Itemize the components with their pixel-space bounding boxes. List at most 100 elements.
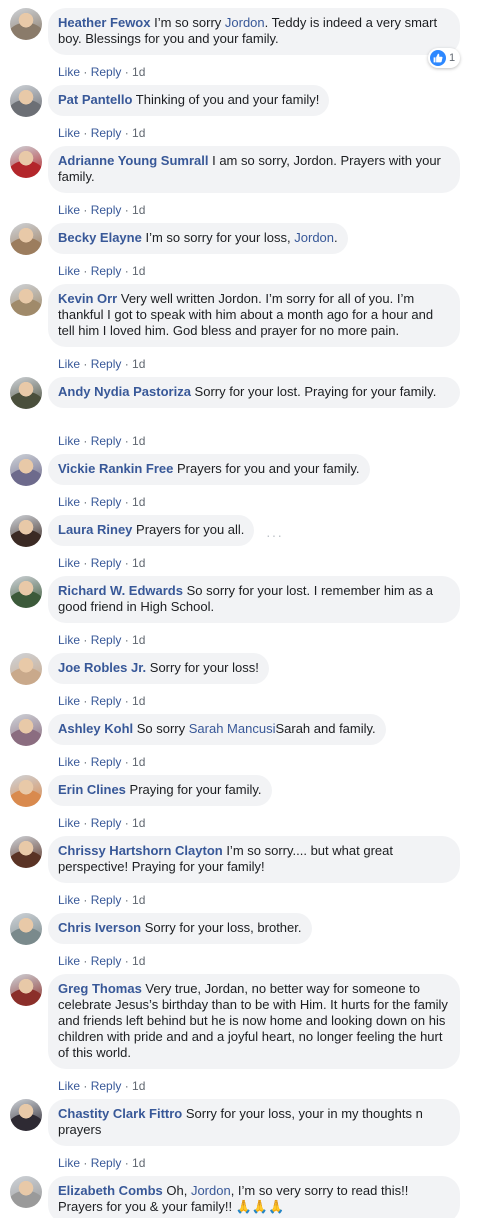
comment-author-link[interactable]: Andy Nydia Pastoriza (58, 384, 191, 399)
reaction-count-badge[interactable]: 1 (428, 48, 461, 68)
reply-link[interactable]: Reply (91, 203, 122, 217)
reply-link[interactable]: Reply (91, 954, 122, 968)
reply-link[interactable]: Reply (91, 755, 122, 769)
comment-author-link[interactable]: Kevin Orr (58, 291, 117, 306)
comment-timestamp[interactable]: 1d (132, 1156, 145, 1170)
avatar[interactable] (10, 85, 42, 117)
reply-link[interactable]: Reply (91, 357, 122, 371)
like-link[interactable]: Like (58, 495, 80, 509)
comment-author-link[interactable]: Joe Robles Jr. (58, 660, 146, 675)
mention-link[interactable]: Sarah Mancusi (189, 721, 276, 736)
avatar[interactable] (10, 775, 42, 807)
comment-author-link[interactable]: Elizabeth Combs (58, 1183, 163, 1198)
comment-author-link[interactable]: Becky Elayne (58, 230, 142, 245)
comment-author-link[interactable]: Richard W. Edwards (58, 583, 183, 598)
like-link[interactable]: Like (58, 1079, 80, 1093)
comment-timestamp[interactable]: 1d (132, 755, 145, 769)
reply-link[interactable]: Reply (91, 556, 122, 570)
separator-dot: · (121, 126, 133, 140)
reply-link[interactable]: Reply (91, 126, 122, 140)
like-link[interactable]: Like (58, 954, 80, 968)
reply-link[interactable]: Reply (91, 1156, 122, 1170)
comment-timestamp[interactable]: 1d (132, 556, 145, 570)
avatar[interactable] (10, 1099, 42, 1131)
comment-timestamp[interactable]: 1d (132, 65, 145, 79)
avatar[interactable] (10, 515, 42, 547)
like-link[interactable]: Like (58, 264, 80, 278)
like-link[interactable]: Like (58, 893, 80, 907)
like-link[interactable]: Like (58, 357, 80, 371)
avatar[interactable] (10, 913, 42, 945)
comment-timestamp[interactable]: 1d (132, 954, 145, 968)
like-link[interactable]: Like (58, 755, 80, 769)
comment-author-link[interactable]: Erin Clines (58, 782, 126, 797)
thumbs-up-icon (430, 50, 446, 66)
avatar[interactable] (10, 377, 42, 409)
mention-link[interactable]: Jordon (225, 15, 265, 30)
separator-dot: · (80, 434, 91, 448)
more-options-icon[interactable]: ··· (266, 527, 283, 543)
like-link[interactable]: Like (58, 816, 80, 830)
like-link[interactable]: Like (58, 126, 80, 140)
avatar[interactable] (10, 223, 42, 255)
avatar[interactable] (10, 8, 42, 40)
comment-actions: Like · Reply · 1d (58, 1079, 145, 1093)
like-link[interactable]: Like (58, 203, 80, 217)
separator-dot: · (121, 954, 133, 968)
comment-author-link[interactable]: Adrianne Young Sumrall (58, 153, 208, 168)
separator-dot: · (80, 65, 91, 79)
comment-author-link[interactable]: Greg Thomas (58, 981, 142, 996)
comment-timestamp[interactable]: 1d (132, 816, 145, 830)
avatar[interactable] (10, 974, 42, 1006)
separator-dot: · (121, 65, 133, 79)
separator-dot: · (80, 126, 91, 140)
avatar[interactable] (10, 714, 42, 746)
comment-timestamp[interactable]: 1d (132, 357, 145, 371)
comment-actions: Like · Reply · 1d (58, 203, 145, 217)
reply-link[interactable]: Reply (91, 816, 122, 830)
comment-author-link[interactable]: Laura Riney (58, 522, 132, 537)
comment-timestamp[interactable]: 1d (132, 893, 145, 907)
like-link[interactable]: Like (58, 633, 80, 647)
like-link[interactable]: Like (58, 434, 80, 448)
like-link[interactable]: Like (58, 694, 80, 708)
comment-timestamp[interactable]: 1d (132, 1079, 145, 1093)
avatar[interactable] (10, 454, 42, 486)
avatar[interactable] (10, 836, 42, 868)
comment-timestamp[interactable]: 1d (132, 434, 145, 448)
separator-dot: · (80, 495, 91, 509)
like-link[interactable]: Like (58, 1156, 80, 1170)
comment-timestamp[interactable]: 1d (132, 203, 145, 217)
comment-author-link[interactable]: Vickie Rankin Free (58, 461, 173, 476)
like-link[interactable]: Like (58, 65, 80, 79)
avatar[interactable] (10, 1176, 42, 1208)
comment-author-link[interactable]: Chastity Clark Fittro (58, 1106, 182, 1121)
avatar[interactable] (10, 146, 42, 178)
reply-link[interactable]: Reply (91, 264, 122, 278)
avatar[interactable] (10, 284, 42, 316)
reply-link[interactable]: Reply (91, 1079, 122, 1093)
reply-link[interactable]: Reply (91, 633, 122, 647)
reply-link[interactable]: Reply (91, 434, 122, 448)
comment-timestamp[interactable]: 1d (132, 495, 145, 509)
comment-bubble: Becky Elayne I’m so sorry for your loss,… (48, 223, 348, 254)
comment-author-link[interactable]: Ashley Kohl (58, 721, 133, 736)
comment-author-link[interactable]: Heather Fewox (58, 15, 150, 30)
comment-timestamp[interactable]: 1d (132, 126, 145, 140)
avatar[interactable] (10, 576, 42, 608)
reply-link[interactable]: Reply (91, 495, 122, 509)
like-link[interactable]: Like (58, 556, 80, 570)
comment-timestamp[interactable]: 1d (132, 264, 145, 278)
reply-link[interactable]: Reply (91, 694, 122, 708)
comment-author-link[interactable]: Pat Pantello (58, 92, 132, 107)
comment-actions: Like · Reply · 1d (58, 755, 145, 769)
comment-timestamp[interactable]: 1d (132, 694, 145, 708)
avatar[interactable] (10, 653, 42, 685)
mention-link[interactable]: Jordon (294, 230, 334, 245)
comment-timestamp[interactable]: 1d (132, 633, 145, 647)
comment-author-link[interactable]: Chris Iverson (58, 920, 141, 935)
reply-link[interactable]: Reply (91, 65, 122, 79)
comment-author-link[interactable]: Chrissy Hartshorn Clayton (58, 843, 223, 858)
reply-link[interactable]: Reply (91, 893, 122, 907)
mention-link[interactable]: Jordon (191, 1183, 231, 1198)
